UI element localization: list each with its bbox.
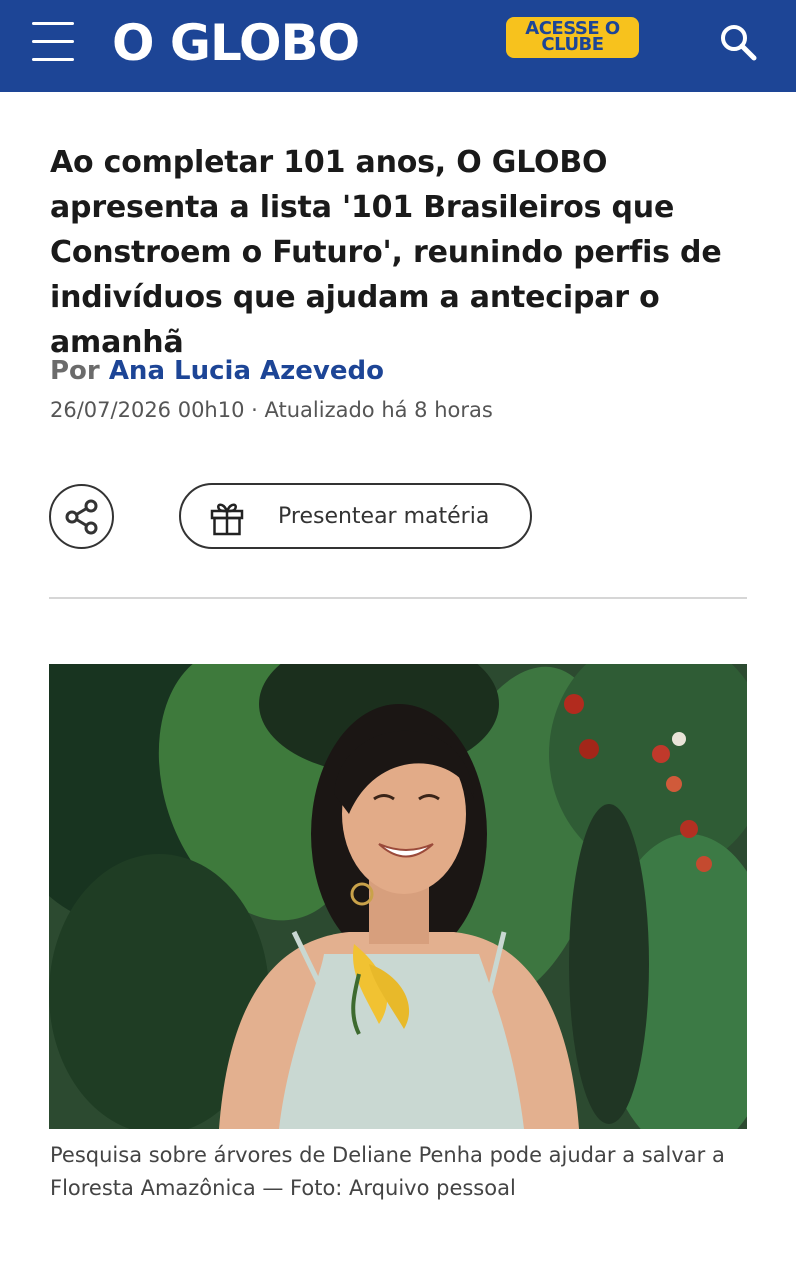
article-byline: Por Ana Lucia Azevedo [50, 353, 384, 389]
article-dateline: 26/07/2026 00h10 · Atualizado há 8 horas [50, 398, 493, 422]
top-navigation-bar: O GLOBO ACESSE O CLUBE [0, 0, 796, 92]
byline-prefix: Por [50, 356, 100, 386]
section-divider [49, 597, 747, 599]
menu-icon[interactable] [30, 20, 76, 64]
article-headline: Ao completar 101 anos, O GLOBO apresenta… [50, 145, 722, 360]
photo-illustration [49, 664, 747, 1129]
gift-article-button[interactable]: Presentear matéria [179, 483, 532, 549]
club-button-line-2: CLUBE [541, 34, 604, 55]
club-access-button[interactable]: ACESSE O CLUBE [506, 17, 639, 58]
article-photo[interactable] [49, 664, 747, 1129]
author-link[interactable]: Ana Lucia Azevedo [109, 356, 384, 386]
site-logo[interactable]: O GLOBO [112, 12, 360, 74]
share-button[interactable] [49, 484, 114, 549]
gift-article-label: Presentear matéria [278, 504, 490, 529]
photo-caption: Pesquisa sobre árvores de Deliane Penha … [50, 1143, 725, 1200]
gift-icon [210, 503, 244, 536]
share-icon [65, 499, 98, 535]
search-icon[interactable] [716, 20, 762, 66]
